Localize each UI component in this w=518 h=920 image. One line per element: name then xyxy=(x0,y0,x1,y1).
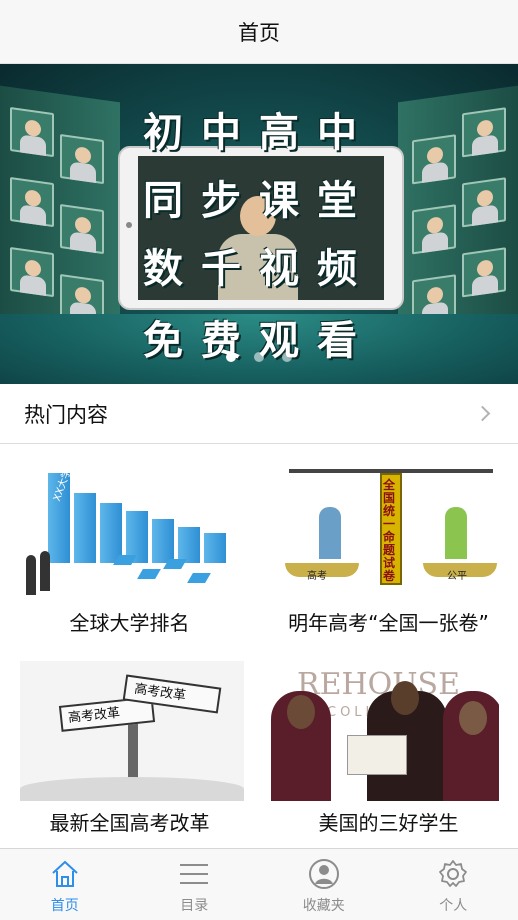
tab-profile[interactable]: 个人 xyxy=(389,849,518,920)
article-card[interactable]: 全国统一命题试卷 高考 公平 明年高考“全国一张卷” xyxy=(259,445,518,646)
article-card[interactable]: XX大学 全球大学排名 xyxy=(0,445,259,646)
menu-icon xyxy=(177,857,211,891)
image-text: 公平 xyxy=(447,571,467,582)
article-card[interactable]: 高考改革 高考改革 最新全国高考改革 xyxy=(0,647,259,848)
nav-bar: 首页 xyxy=(0,0,518,64)
article-image: REHOUSE COLLEGE xyxy=(267,661,499,801)
image-text: 高考改革 xyxy=(67,705,121,727)
tab-label: 目录 xyxy=(180,898,209,914)
article-grid: XX大学 全球大学排名 全国统一命题试卷 高考 公平 明年高考“全国一张卷” 高… xyxy=(0,445,518,848)
article-caption: 明年高考“全国一张卷” xyxy=(288,611,489,635)
gear-icon xyxy=(436,857,470,891)
carousel-page-indicator xyxy=(0,352,518,362)
article-caption: 最新全国高考改革 xyxy=(49,811,210,835)
tab-catalog[interactable]: 目录 xyxy=(130,849,260,920)
article-caption: 全球大学排名 xyxy=(69,611,190,635)
image-text: 高考 xyxy=(307,571,327,582)
article-card[interactable]: REHOUSE COLLEGE 美国的三好学生 xyxy=(259,647,518,848)
chevron-right-icon xyxy=(474,405,491,422)
banner-carousel[interactable]: 初中高中 同步课堂 数千视频 免费观看 xyxy=(0,64,518,384)
tab-label: 个人 xyxy=(439,898,468,914)
article-image: 高考改革 高考改革 xyxy=(20,661,244,801)
tab-home[interactable]: 首页 xyxy=(0,849,130,920)
tab-label: 收藏夹 xyxy=(302,898,345,914)
tab-bar: 首页 目录 收藏夹 个人 xyxy=(0,848,518,920)
image-text: 高考改革 xyxy=(133,681,187,704)
tab-label: 首页 xyxy=(50,898,79,914)
carousel-dot[interactable] xyxy=(254,352,264,362)
article-caption: 美国的三好学生 xyxy=(318,811,459,835)
hot-content-header[interactable]: 热门内容 xyxy=(0,384,518,444)
section-title: 热门内容 xyxy=(24,402,108,427)
tab-favorites[interactable]: 收藏夹 xyxy=(259,849,389,920)
article-image: 全国统一命题试卷 高考 公平 xyxy=(279,459,503,599)
home-icon xyxy=(48,857,82,891)
page-title: 首页 xyxy=(238,20,280,45)
user-icon xyxy=(307,857,341,891)
image-text: 全国统一命题试卷 xyxy=(383,478,396,583)
carousel-dot[interactable] xyxy=(282,352,292,362)
banner-headline-line: 初中高中 xyxy=(143,110,375,156)
article-image: XX大学 xyxy=(20,459,244,599)
banner-headline-line: 同步课堂 xyxy=(143,178,375,224)
banner-headline-line: 数千视频 xyxy=(143,246,375,292)
carousel-dot[interactable] xyxy=(226,352,236,362)
